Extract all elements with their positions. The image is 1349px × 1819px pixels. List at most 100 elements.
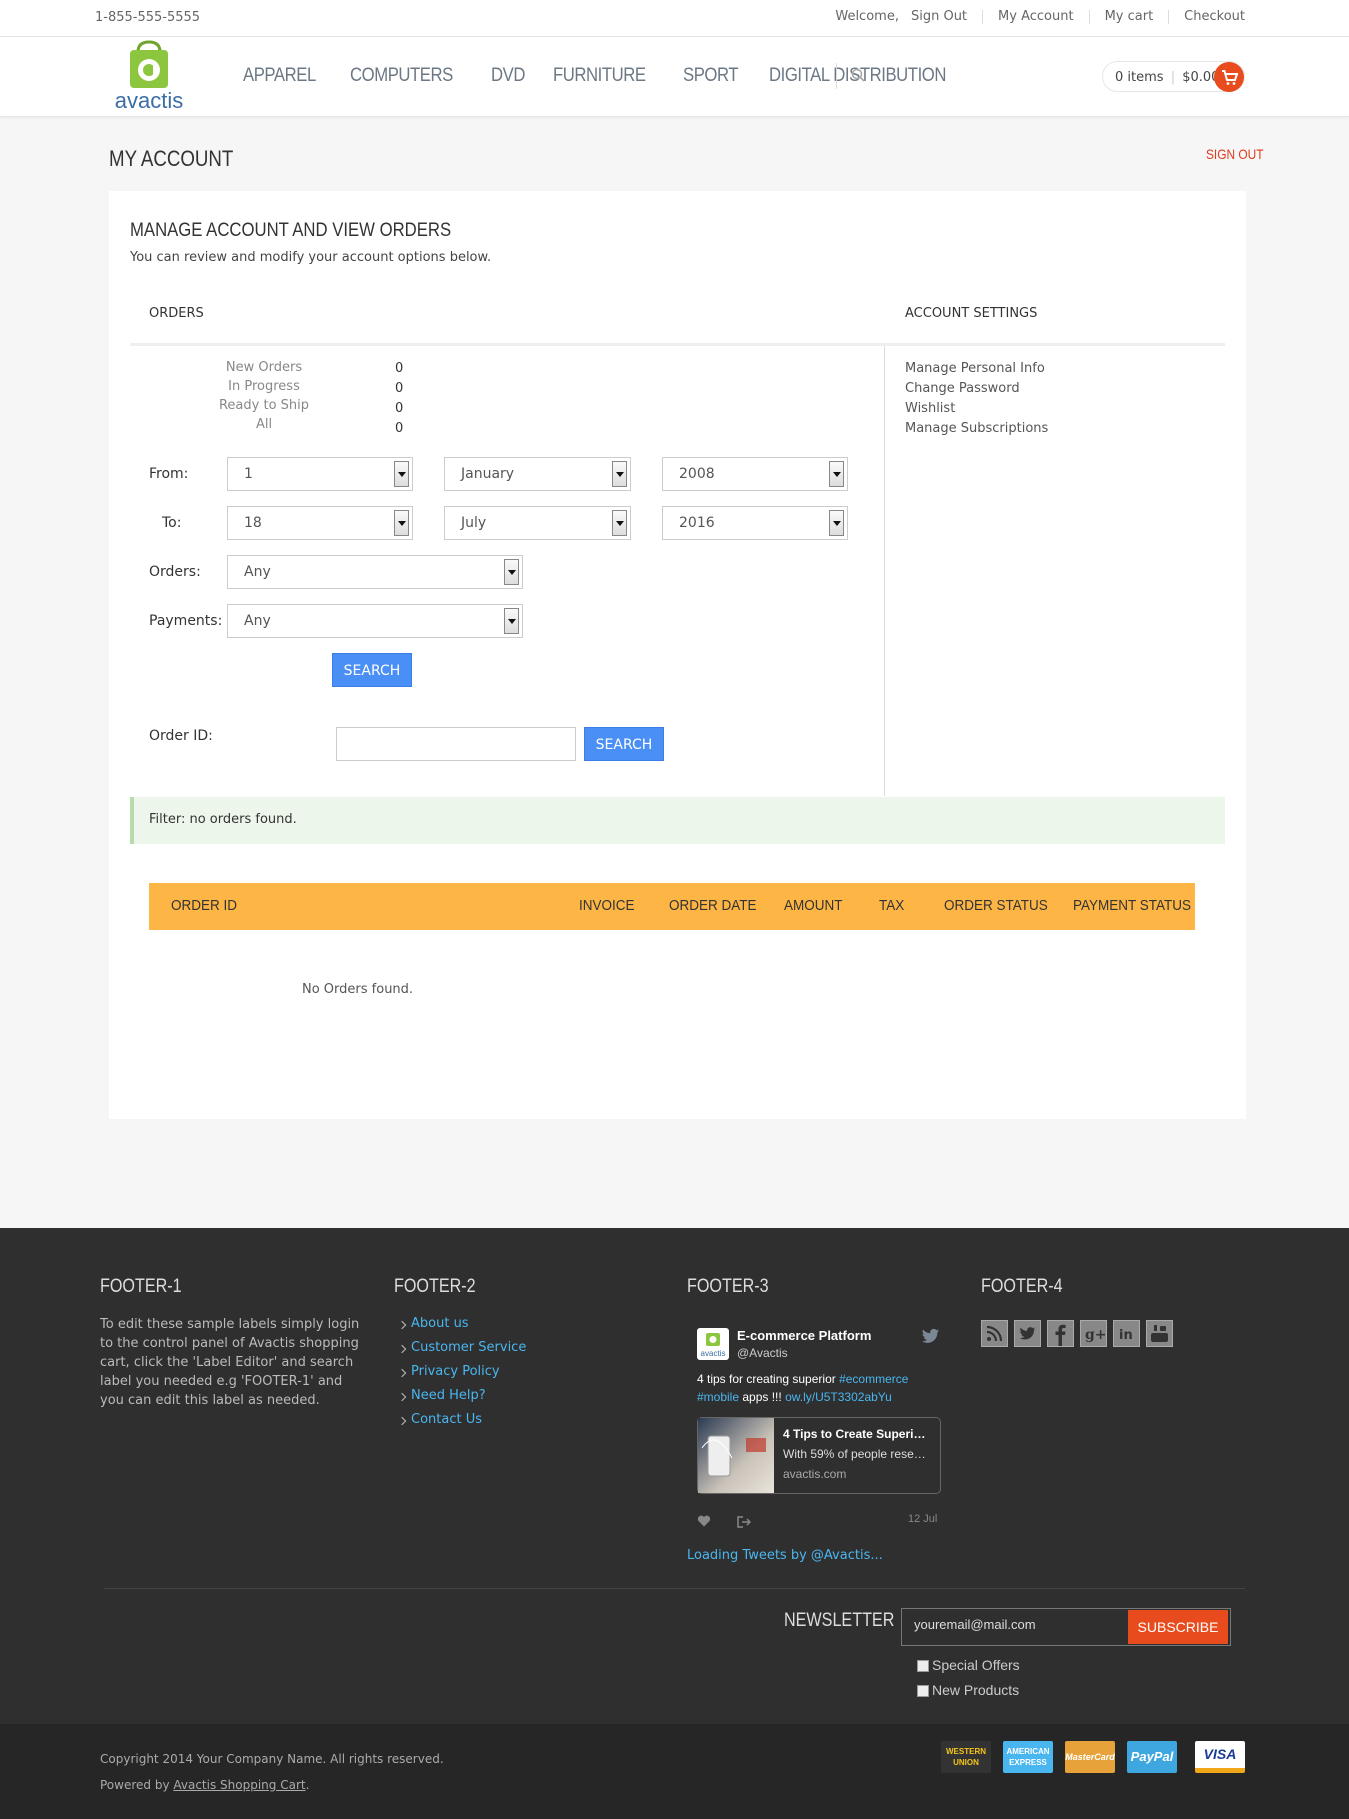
nav-item-furniture[interactable]: FURNITURE	[553, 65, 646, 87]
tweet-hashtag-mobile[interactable]: #mobile	[697, 1390, 739, 1404]
welcome-text: Welcome,	[835, 9, 899, 24]
search-icon[interactable]	[851, 67, 865, 82]
nav-item-sport[interactable]: SPORT	[683, 65, 739, 87]
heart-icon[interactable]	[697, 1512, 711, 1527]
orders-filter-select[interactable]: Any	[227, 555, 523, 589]
stat-label-in-progress: In Progress	[228, 379, 300, 394]
nav-item-dvd[interactable]: DVD	[491, 65, 525, 87]
logo[interactable]: avactis	[104, 40, 194, 113]
google-plus-icon[interactable]: g+	[1080, 1320, 1107, 1347]
tweet-card-domain: avactis.com	[783, 1467, 847, 1481]
column-order-date[interactable]: ORDER DATE	[669, 897, 757, 914]
footer-link-about-us[interactable]: About us	[411, 1316, 469, 1331]
footer-divider	[104, 1588, 1245, 1589]
my-account-link[interactable]: My Account	[982, 10, 1089, 24]
tweet-author-handle[interactable]: @Avactis	[737, 1346, 788, 1360]
newsletter-email-placeholder[interactable]: youremail@mail.com	[914, 1617, 1036, 1632]
order-id-search-button[interactable]: SEARCH	[584, 727, 664, 761]
tweet-text: 4 tips for creating superior #ecommerce #…	[697, 1370, 942, 1406]
column-order-status[interactable]: ORDER STATUS	[944, 897, 1048, 914]
footer-link-customer-service[interactable]: Customer Service	[411, 1340, 526, 1355]
column-tax[interactable]: TAX	[879, 897, 904, 914]
linkedin-icon[interactable]: in	[1113, 1320, 1140, 1347]
twitter-icon[interactable]	[1014, 1320, 1041, 1347]
column-divider	[884, 346, 885, 796]
page-title: MY ACCOUNT	[109, 146, 234, 171]
sign-out-link[interactable]: Sign Out	[905, 10, 982, 24]
tweet-link[interactable]: ow.ly/U5T3302abYu	[785, 1390, 892, 1404]
wishlist-link[interactable]: Wishlist	[905, 401, 955, 416]
footer-link-contact-us[interactable]: Contact Us	[411, 1412, 482, 1427]
column-payment-status[interactable]: PAYMENT STATUS	[1073, 897, 1191, 914]
empty-table-message: No Orders found.	[302, 982, 414, 997]
column-invoice[interactable]: INVOICE	[579, 897, 635, 914]
my-cart-link[interactable]: My cart	[1088, 10, 1169, 24]
nav-divider	[836, 63, 837, 89]
chevron-down-icon	[829, 510, 844, 536]
footer-1-title: FOOTER-1	[100, 1276, 182, 1297]
top-links: Welcome, Sign Out My Account My cart Che…	[820, 10, 1245, 24]
orders-filter-label: Orders:	[149, 564, 201, 580]
footer-link-need-help[interactable]: Need Help?	[411, 1388, 486, 1403]
column-order-id[interactable]: ORDER ID	[171, 897, 237, 914]
to-month-select[interactable]: July	[444, 506, 631, 540]
from-label: From:	[149, 466, 189, 482]
chevron-down-icon	[504, 559, 519, 585]
chevron-down-icon	[394, 510, 409, 536]
share-icon[interactable]	[737, 1513, 752, 1528]
checkout-link[interactable]: Checkout	[1168, 10, 1245, 24]
cart-icon[interactable]	[1214, 62, 1244, 92]
new-products-checkbox[interactable]	[917, 1685, 929, 1697]
order-id-input[interactable]	[336, 727, 576, 761]
tweets-loading-link[interactable]: Loading Tweets by @Avactis...	[687, 1548, 883, 1563]
search-button[interactable]: SEARCH	[332, 653, 412, 687]
manage-subscriptions-link[interactable]: Manage Subscriptions	[905, 421, 1048, 436]
manage-personal-info-link[interactable]: Manage Personal Info	[905, 361, 1045, 376]
column-amount[interactable]: AMOUNT	[784, 897, 843, 914]
rss-icon[interactable]	[981, 1320, 1008, 1347]
section-description: You can review and modify your account o…	[130, 250, 492, 265]
tweet-author-name[interactable]: E-commerce Platform	[737, 1328, 871, 1343]
change-password-link[interactable]: Change Password	[905, 381, 1020, 396]
new-products-label[interactable]: New Products	[932, 1682, 1019, 1698]
tweet-hashtag-ecommerce[interactable]: #ecommerce	[839, 1372, 908, 1386]
cart-summary[interactable]: 0 items | $0.00	[1115, 70, 1219, 85]
nav-item-apparel[interactable]: APPAREL	[243, 65, 316, 87]
from-month-select[interactable]: January	[444, 457, 631, 491]
footer-link-privacy-policy[interactable]: Privacy Policy	[411, 1364, 500, 1379]
facebook-icon[interactable]	[1047, 1320, 1074, 1347]
stat-label-new-orders: New Orders	[225, 360, 303, 375]
tweet-date[interactable]: 12 Jul	[908, 1513, 937, 1525]
tweet-avatar[interactable]: avactis	[697, 1328, 729, 1360]
to-day-select[interactable]: 18	[227, 506, 413, 540]
stat-label-ready-to-ship: Ready to Ship	[218, 398, 310, 413]
powered-prefix: Powered by	[100, 1778, 174, 1792]
to-year-value: 2016	[679, 515, 715, 531]
powered-by-link[interactable]: Avactis Shopping Cart	[173, 1778, 305, 1792]
account-settings-heading: ACCOUNT SETTINGS	[905, 306, 1038, 321]
section-title: MANAGE ACCOUNT AND VIEW ORDERS	[130, 220, 452, 241]
payments-filter-select[interactable]: Any	[227, 604, 523, 638]
from-year-select[interactable]: 2008	[662, 457, 848, 491]
special-offers-label[interactable]: Special Offers	[932, 1657, 1020, 1673]
twitter-bird-icon[interactable]	[922, 1328, 940, 1344]
to-year-select[interactable]: 2016	[662, 506, 848, 540]
shopping-bag-logo-icon: avactis	[115, 40, 183, 113]
powered-by-text: Powered by Avactis Shopping Cart.	[100, 1778, 309, 1792]
youtube-icon[interactable]	[1146, 1320, 1173, 1347]
sign-out-button[interactable]: SIGN OUT	[1206, 146, 1264, 162]
subscribe-button[interactable]: SUBSCRIBE	[1128, 1610, 1228, 1644]
svg-text:g+: g+	[1085, 1327, 1106, 1343]
footer-1-text: To edit these sample labels simply login…	[100, 1317, 360, 1408]
footer-4-title: FOOTER-4	[981, 1276, 1063, 1297]
paypal-icon: PayPal	[1127, 1741, 1177, 1773]
cart-items: 0 items	[1115, 70, 1164, 85]
footer-2-title: FOOTER-2	[394, 1276, 476, 1297]
to-label: To:	[162, 515, 182, 531]
orders-heading: ORDERS	[149, 306, 204, 321]
special-offers-checkbox[interactable]	[917, 1660, 929, 1672]
nav-item-computers[interactable]: COMPUTERS	[350, 65, 453, 87]
from-day-select[interactable]: 1	[227, 457, 413, 491]
main-nav: APPAREL COMPUTERS DVD FURNITURE SPORT DI…	[243, 65, 994, 87]
order-id-label: Order ID:	[149, 728, 213, 744]
